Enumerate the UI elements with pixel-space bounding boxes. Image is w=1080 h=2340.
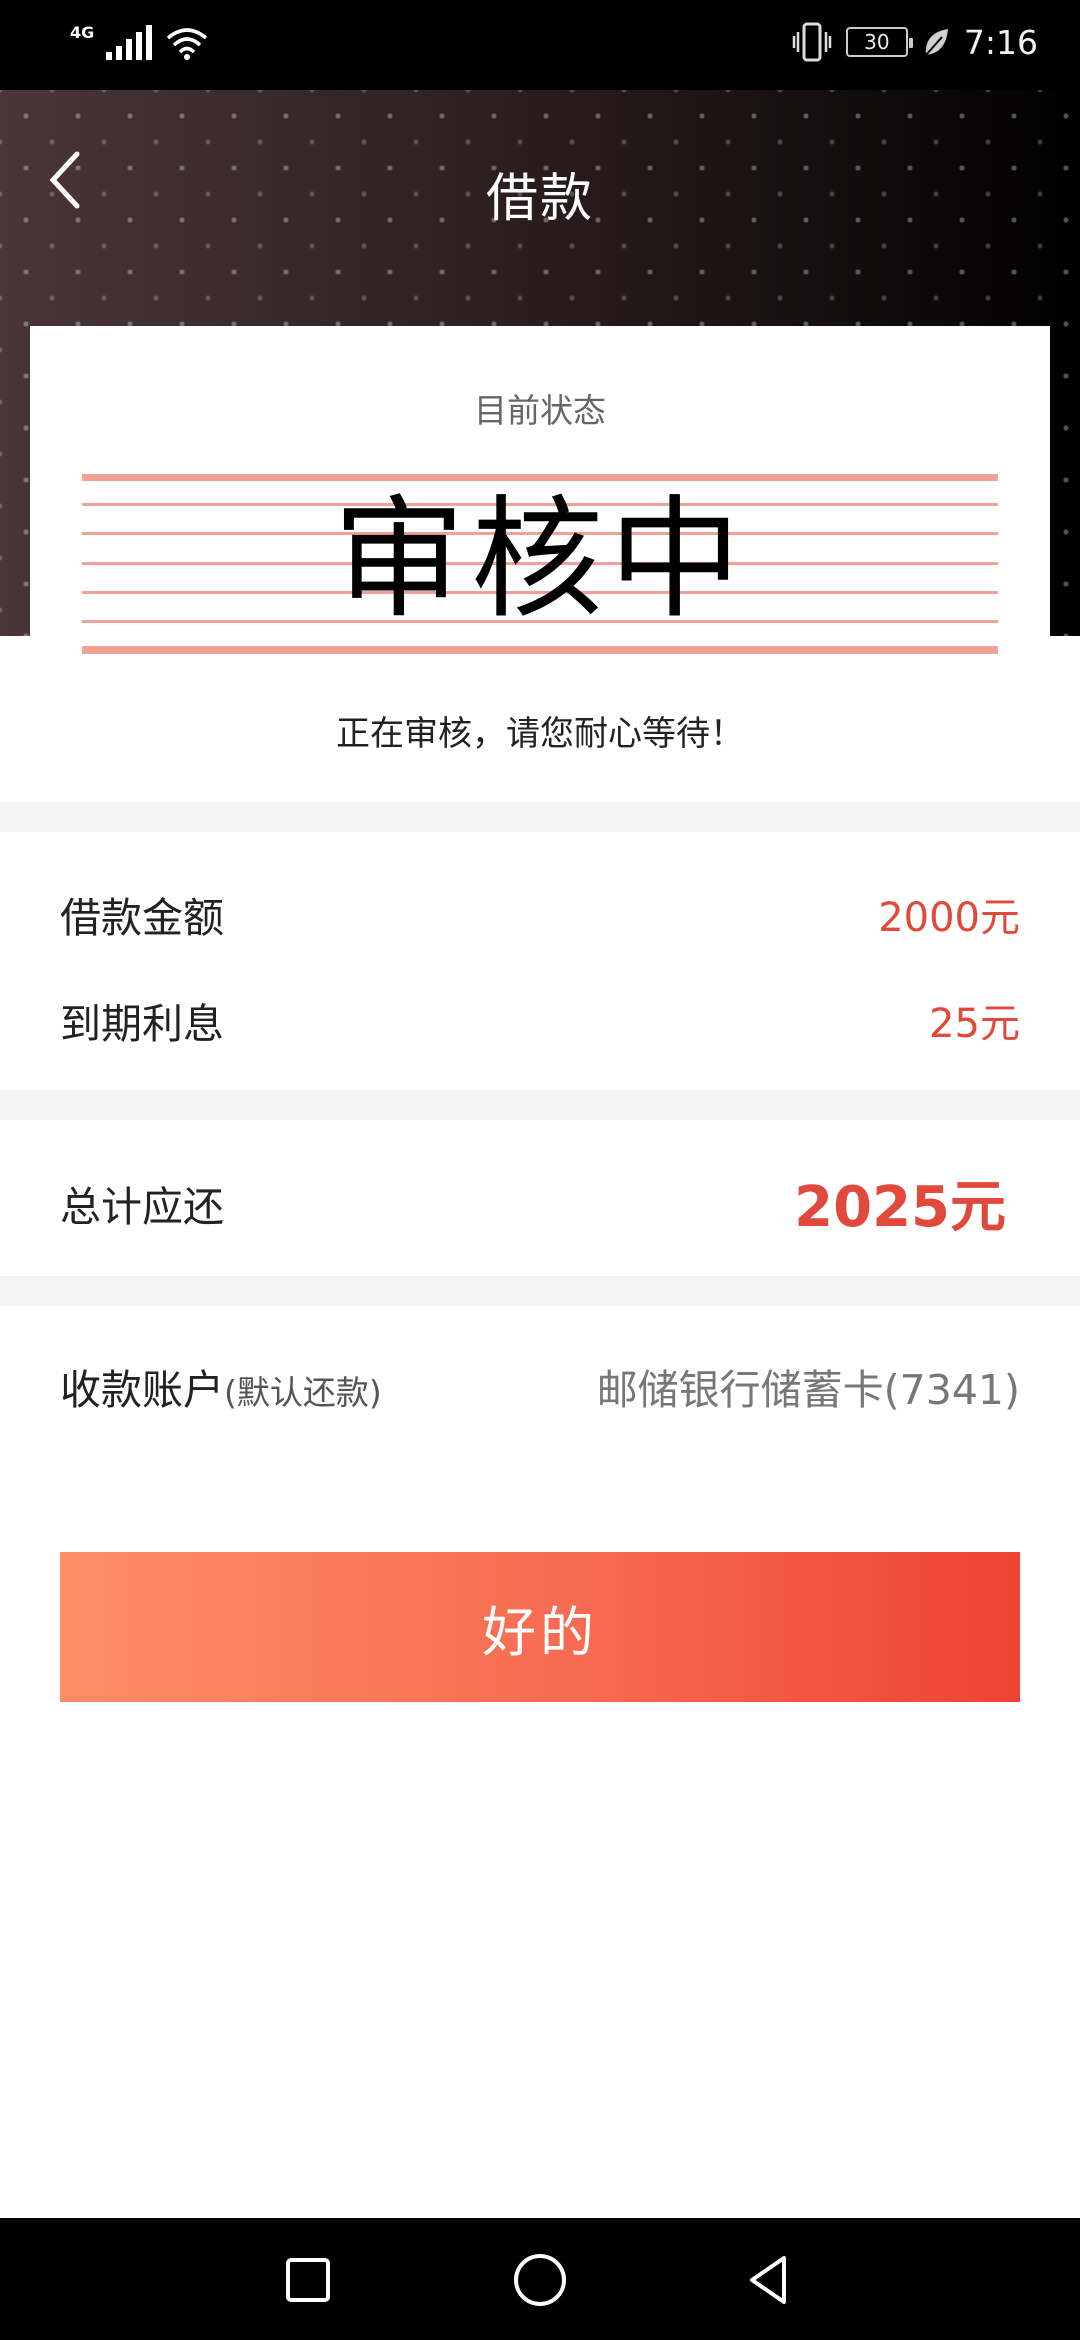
divider <box>0 802 1080 832</box>
network-type: 4G <box>70 22 95 42</box>
total-label: 总计应还 <box>60 1182 224 1231</box>
interest-label: 到期利息 <box>60 1000 224 1048</box>
leaf-icon <box>925 29 948 56</box>
status-message: 正在审核，请您耐心等待！ <box>336 714 744 754</box>
back-icon <box>750 2256 786 2304</box>
account-label-group: 收款账户(默认还款) <box>60 1356 382 1416</box>
account-label: 收款账户 <box>60 1366 224 1414</box>
loan-amount-value: 2000元 <box>878 895 1020 941</box>
stripe-line <box>82 646 998 654</box>
loan-amount-row: 借款金额 2000元 <box>60 884 1020 944</box>
status-left: 4G <box>70 22 210 62</box>
account-section: 收款账户(默认还款) 邮储银行储蓄卡(7341) <box>0 1306 1080 1466</box>
divider <box>0 1276 1080 1306</box>
status-bar: 4G 30 7:16 <box>0 0 1080 90</box>
page-title: 借款 <box>485 169 594 229</box>
account-value: 邮储银行储蓄卡(7341) <box>596 1366 1020 1414</box>
battery-level: 30 <box>864 30 890 54</box>
loan-details-section: 借款金额 2000元 到期利息 25元 <box>0 832 1080 1090</box>
account-sub-label: (默认还款) <box>224 1373 382 1412</box>
account-row: 收款账户(默认还款) 邮储银行储蓄卡(7341) <box>60 1356 1020 1416</box>
interest-value: 25元 <box>929 1001 1020 1047</box>
clock: 7:16 <box>963 22 1038 62</box>
total-row: 总计应还 2025元 <box>60 1162 1006 1243</box>
divider <box>0 1090 1080 1120</box>
total-section: 总计应还 2025元 <box>0 1120 1080 1276</box>
stripe-line <box>82 474 998 481</box>
home-icon <box>514 2254 566 2306</box>
review-status: 审核中 <box>333 483 747 637</box>
status-right: 30 7:16 <box>792 20 1038 64</box>
signal-icon <box>106 25 153 60</box>
ok-button[interactable]: 好的 <box>60 1552 1020 1702</box>
status-label: 目前状态 <box>474 391 606 430</box>
interest-row: 到期利息 25元 <box>60 990 1020 1050</box>
status-card: 目前状态 审核中 正在审核，请您耐心等待！ <box>30 326 1050 802</box>
nav-back-button[interactable] <box>728 2240 808 2320</box>
recent-apps-icon <box>286 2258 330 2302</box>
battery-icon: 30 <box>845 27 913 57</box>
home-button[interactable] <box>500 2240 580 2320</box>
nav-bar <box>0 2218 1080 2340</box>
vibrate-icon <box>792 22 832 62</box>
loan-amount-label: 借款金额 <box>60 894 224 942</box>
recent-apps-button[interactable] <box>268 2240 348 2320</box>
total-value: 2025元 <box>794 1175 1006 1240</box>
wifi-icon <box>167 28 208 60</box>
